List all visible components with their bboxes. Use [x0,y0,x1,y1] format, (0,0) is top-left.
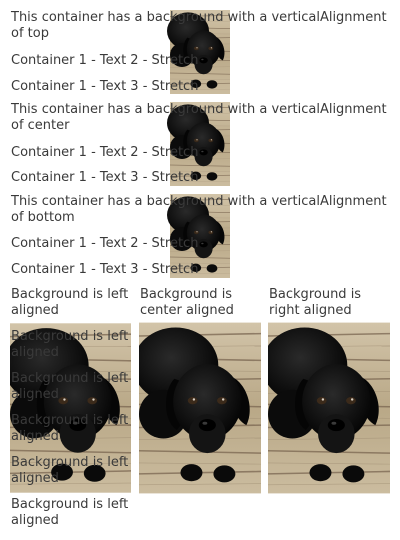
column-text: Background is left aligned [11,497,129,528]
container-title: This container has a background with a v… [11,194,387,225]
column-background-left: Background is left aligned Background is… [10,286,131,530]
puppy-background-image [139,286,261,530]
container-valign-top: This container has a background with a v… [10,10,390,94]
container-title: This container has a background with a v… [11,10,387,41]
container-text-3: Container 1 - Text 3 - Stretch [11,79,199,94]
column-text: Background is left aligned [11,329,129,360]
column-text: Background is left aligned [11,413,129,444]
column-text: Background is left aligned [11,371,129,402]
column-text: Background is left aligned [11,287,129,318]
puppy-background-image [268,286,390,530]
column-text: Background is center aligned [140,287,234,318]
container-valign-bottom: This container has a background with a v… [10,194,390,278]
container-text-2: Container 1 - Text 2 - Stretch [11,145,199,160]
puppy-background-image [10,286,131,530]
column-text: Background is right aligned [269,287,362,318]
container-valign-center: This container has a background with a v… [10,102,390,186]
container-text-2: Container 1 - Text 2 - Stretch [11,236,199,251]
container-title: This container has a background with a v… [11,102,387,133]
container-text-2: Container 1 - Text 2 - Stretch [11,53,199,68]
container-text-3: Container 1 - Text 3 - Stretch [11,262,199,277]
column-text: Background is left aligned [11,455,129,486]
container-text-3: Container 1 - Text 3 - Stretch [11,170,199,185]
column-background-right: Background is right aligned [268,286,390,530]
column-background-center: Background is center aligned [139,286,261,530]
